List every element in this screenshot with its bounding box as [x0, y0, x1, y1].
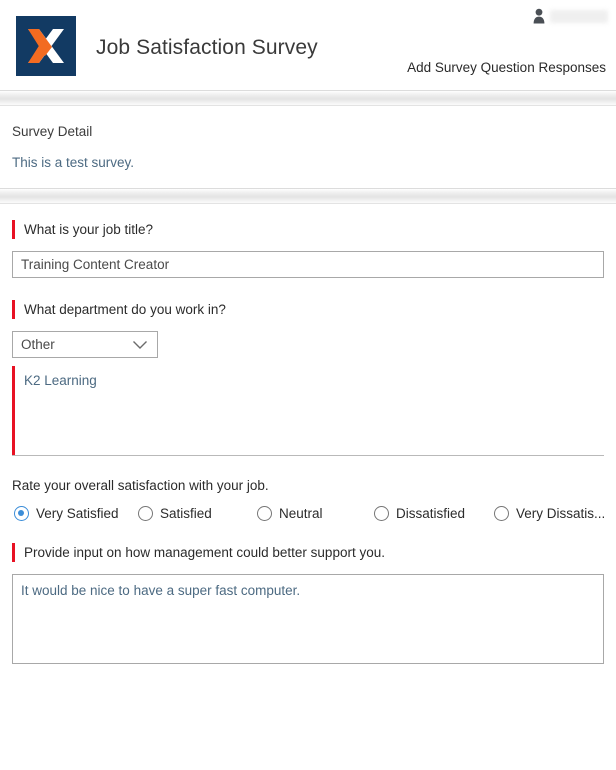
survey-detail-title: Survey Detail: [12, 124, 93, 139]
survey-form: What is your job title? What department …: [0, 204, 616, 664]
radio-option-satisfied[interactable]: Satisfied: [138, 506, 257, 521]
radio-icon: [257, 506, 272, 521]
user-account[interactable]: [532, 8, 608, 24]
radio-label: Neutral: [279, 506, 323, 521]
radio-label: Very Dissatis...: [516, 506, 606, 521]
radio-option-very-satisfied[interactable]: Very Satisfied: [14, 506, 138, 521]
detail-divider-band: [0, 188, 616, 204]
question-management-label: Provide input on how management could be…: [24, 545, 385, 560]
radio-label: Very Satisfied: [36, 506, 119, 521]
chevron-down-icon: [133, 340, 147, 349]
k2-x-logo-icon: [16, 16, 76, 76]
radio-label: Satisfied: [160, 506, 212, 521]
page-header: Job Satisfaction Survey Add Survey Quest…: [0, 0, 616, 90]
survey-detail-description: This is a test survey.: [12, 155, 135, 170]
satisfaction-radio-group: Very Satisfied Satisfied Neutral Dissati…: [14, 506, 616, 521]
department-select-value: Other: [21, 337, 55, 352]
required-indicator: [12, 300, 15, 319]
radio-icon-selected: [14, 506, 29, 521]
user-name-redacted: [550, 9, 608, 23]
question-job-title-label: What is your job title?: [24, 222, 154, 237]
header-divider-band: [0, 90, 616, 106]
required-indicator: [12, 543, 15, 562]
question-satisfaction-block: Rate your overall satisfaction with your…: [0, 478, 616, 521]
radio-option-neutral[interactable]: Neutral: [257, 506, 374, 521]
management-input-textarea[interactable]: [12, 574, 604, 664]
question-management-label-row: Provide input on how management could be…: [12, 543, 616, 562]
question-department-label: What department do you work in?: [24, 302, 226, 317]
survey-page: Job Satisfaction Survey Add Survey Quest…: [0, 0, 616, 770]
radio-icon: [494, 506, 509, 521]
radio-label: Dissatisfied: [396, 506, 466, 521]
department-select[interactable]: Other: [12, 331, 158, 358]
radio-icon: [374, 506, 389, 521]
question-job-title-label-row: What is your job title?: [12, 220, 616, 239]
question-department-label-row: What department do you work in?: [12, 300, 616, 319]
radio-option-dissatisfied[interactable]: Dissatisfied: [374, 506, 494, 521]
job-title-input[interactable]: [12, 251, 604, 278]
required-indicator: [12, 220, 15, 239]
add-survey-question-responses-link[interactable]: Add Survey Question Responses: [407, 60, 606, 75]
department-comment-value: K2 Learning: [24, 373, 97, 388]
person-icon: [533, 8, 545, 24]
question-satisfaction-label: Rate your overall satisfaction with your…: [12, 478, 269, 493]
survey-detail-section: Survey Detail This is a test survey.: [0, 106, 616, 188]
page-title: Job Satisfaction Survey: [96, 36, 318, 59]
department-comment-box[interactable]: K2 Learning: [12, 366, 604, 456]
radio-icon: [138, 506, 153, 521]
radio-option-very-dissatisfied[interactable]: Very Dissatis...: [494, 506, 605, 521]
